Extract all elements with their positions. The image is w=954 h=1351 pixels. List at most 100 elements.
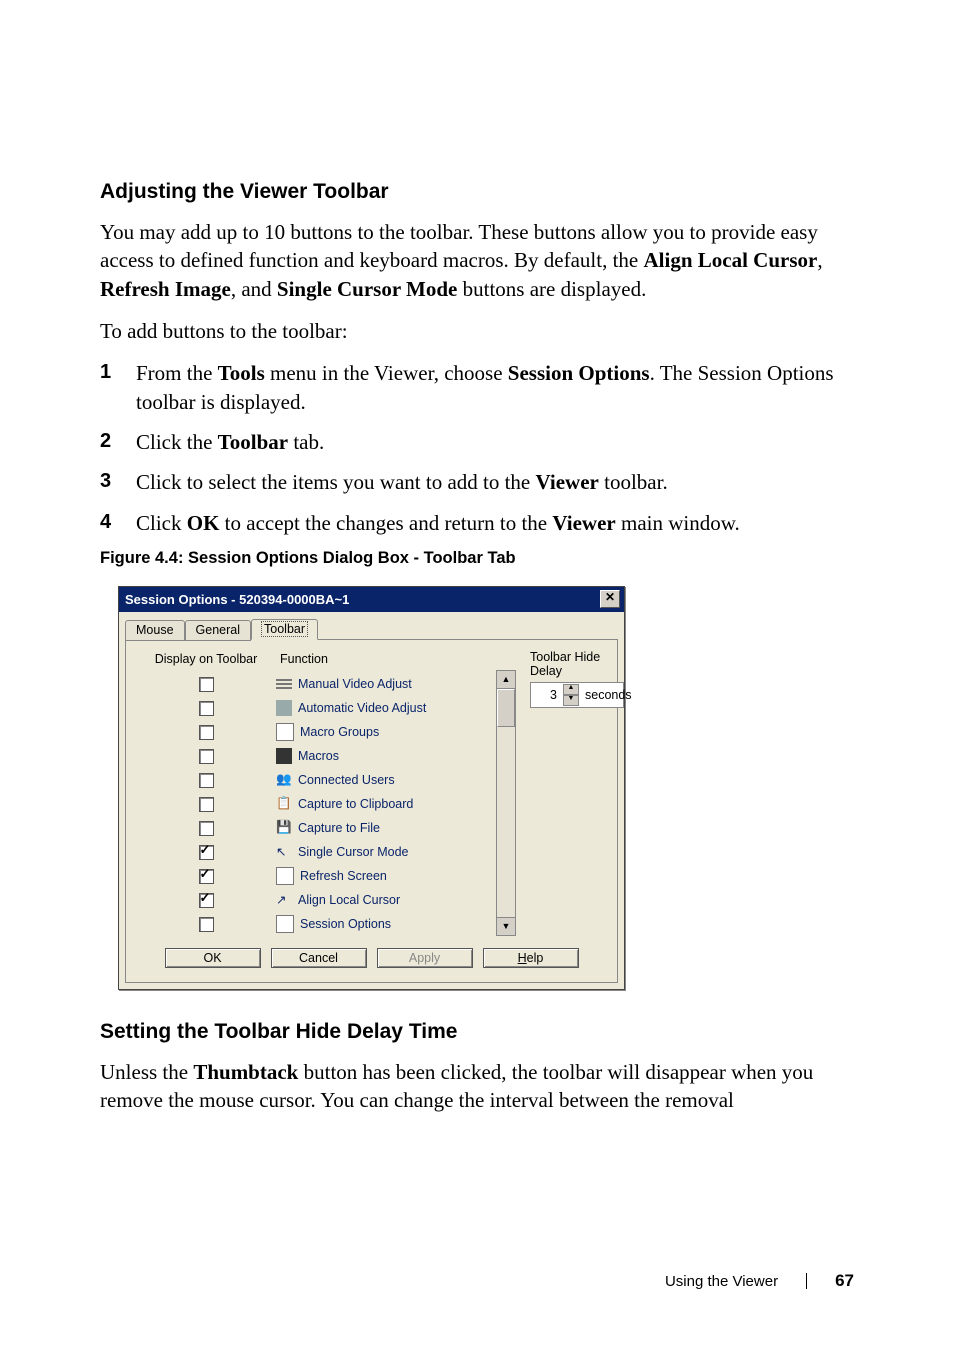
cancel-button[interactable]: Cancel	[271, 948, 367, 968]
table-row[interactable]: 📋 Capture to Clipboard	[276, 792, 496, 816]
table-row[interactable]: Refresh Screen	[276, 864, 496, 888]
table-row	[199, 888, 214, 912]
checkbox[interactable]	[199, 917, 214, 932]
table-row[interactable]: Automatic Video Adjust	[276, 696, 496, 720]
text: toolbar.	[599, 470, 668, 494]
text: tab.	[288, 430, 324, 454]
close-button[interactable]: ✕	[600, 590, 620, 608]
apply-button: Apply	[377, 948, 473, 968]
spinner-down-icon[interactable]: ▼	[563, 695, 579, 706]
checkbox[interactable]	[199, 701, 214, 716]
function-label: Capture to Clipboard	[298, 797, 413, 811]
hide-delay-spinner[interactable]: ▲ ▼ seconds	[530, 682, 624, 708]
hide-delay-group: Toolbar Hide Delay ▲ ▼ seconds	[530, 650, 624, 936]
table-row[interactable]: 💾Capture to File	[276, 816, 496, 840]
checkbox[interactable]	[199, 797, 214, 812]
options-icon	[276, 915, 294, 933]
checkbox[interactable]	[199, 821, 214, 836]
table-row	[199, 816, 214, 840]
save-file-icon: 💾	[276, 820, 292, 836]
help-button[interactable]: Help	[483, 948, 579, 968]
lead-in: To add buttons to the toolbar:	[100, 317, 854, 345]
scrollbar[interactable]: ▲ ▼	[496, 670, 516, 936]
list-item: 3 Click to select the items you want to …	[100, 468, 854, 496]
page-footer: Using the Viewer 67	[665, 1271, 854, 1291]
step-text: Click to select the items you want to ad…	[136, 468, 668, 496]
table-row[interactable]: Macros	[276, 744, 496, 768]
text: Click	[136, 511, 187, 535]
text: buttons are displayed.	[457, 277, 646, 301]
hide-delay-label: Toolbar Hide Delay	[530, 650, 624, 678]
tab-general[interactable]: General	[185, 620, 251, 641]
function-label: Macros	[298, 749, 339, 763]
checkbox[interactable]	[199, 869, 214, 884]
toolbar-table: Display on Toolbar	[136, 650, 516, 936]
table-row[interactable]: Manual Video Adjust	[276, 672, 496, 696]
column-header-function: Function	[276, 650, 496, 672]
bold: Single Cursor Mode	[277, 277, 457, 301]
table-row	[199, 912, 214, 936]
table-row	[199, 720, 214, 744]
scroll-down-icon[interactable]: ▼	[497, 917, 515, 935]
checkbox[interactable]	[199, 677, 214, 692]
tab-mouse[interactable]: Mouse	[125, 620, 185, 641]
session-options-dialog: Session Options - 520394-0000BA~1 ✕ Mous…	[118, 586, 625, 990]
text: to accept the changes and return to the	[219, 511, 552, 535]
users-icon: 👥	[276, 772, 292, 788]
step-text: From the Tools menu in the Viewer, choos…	[136, 359, 854, 416]
text: elp	[527, 951, 544, 965]
tab-label: Toolbar	[262, 622, 307, 636]
bold: Viewer	[552, 511, 615, 535]
step-text: Click the Toolbar tab.	[136, 428, 324, 456]
table-row	[199, 696, 214, 720]
checkbox[interactable]	[199, 749, 214, 764]
table-row[interactable]: ↗Align Local Cursor	[276, 888, 496, 912]
scroll-up-icon[interactable]: ▲	[497, 671, 515, 689]
table-row[interactable]: 👥Connected Users	[276, 768, 496, 792]
checkbox[interactable]	[199, 845, 214, 860]
steps-list: 1 From the Tools menu in the Viewer, cho…	[100, 359, 854, 537]
table-row	[199, 840, 214, 864]
scroll-thumb[interactable]	[497, 689, 515, 727]
bold: Thumbtack	[193, 1060, 298, 1084]
heading-adjusting: Adjusting the Viewer Toolbar	[100, 180, 854, 204]
text: main window.	[616, 511, 740, 535]
align-cursor-icon: ↗	[276, 892, 292, 908]
list-item: 4 Click OK to accept the changes and ret…	[100, 509, 854, 537]
intro-paragraph: You may add up to 10 buttons to the tool…	[100, 218, 854, 303]
clipboard-icon: 📋	[276, 796, 292, 812]
bold: Viewer	[536, 470, 599, 494]
bold: Refresh Image	[100, 277, 231, 301]
checkbox[interactable]	[199, 725, 214, 740]
table-row[interactable]: ↖ Single Cursor Mode	[276, 840, 496, 864]
function-label: Session Options	[300, 917, 391, 931]
dialog-button-row: OK Cancel Apply Help	[136, 948, 607, 968]
table-row	[199, 768, 214, 792]
spinner-up-icon[interactable]: ▲	[563, 684, 579, 695]
step-number: 3	[100, 468, 114, 496]
text: menu in the Viewer, choose	[265, 361, 508, 385]
text: Click the	[136, 430, 218, 454]
window-title: Session Options - 520394-0000BA~1	[125, 592, 349, 607]
tab-toolbar[interactable]: Toolbar	[251, 619, 318, 640]
list-item: 1 From the Tools menu in the Viewer, cho…	[100, 359, 854, 416]
bold: OK	[187, 511, 220, 535]
table-row[interactable]: Session Options	[276, 912, 496, 936]
figure-dialog: Session Options - 520394-0000BA~1 ✕ Mous…	[118, 586, 854, 990]
checkbox[interactable]	[199, 773, 214, 788]
ok-button[interactable]: OK	[165, 948, 261, 968]
table-row	[199, 792, 214, 816]
function-label: Manual Video Adjust	[298, 677, 412, 691]
table-row	[199, 672, 214, 696]
step-number: 1	[100, 359, 114, 416]
text: Click to select the items you want to ad…	[136, 470, 536, 494]
table-row[interactable]: Macro Groups	[276, 720, 496, 744]
hide-delay-input[interactable]	[533, 688, 559, 702]
function-label: Macro Groups	[300, 725, 379, 739]
single-cursor-icon: ↖	[276, 844, 292, 860]
hide-delay-paragraph: Unless the Thumbtack button has been cli…	[100, 1058, 854, 1115]
function-label: Single Cursor Mode	[298, 845, 408, 859]
titlebar: Session Options - 520394-0000BA~1 ✕	[119, 587, 624, 612]
checkbox[interactable]	[199, 893, 214, 908]
table-row	[199, 744, 214, 768]
